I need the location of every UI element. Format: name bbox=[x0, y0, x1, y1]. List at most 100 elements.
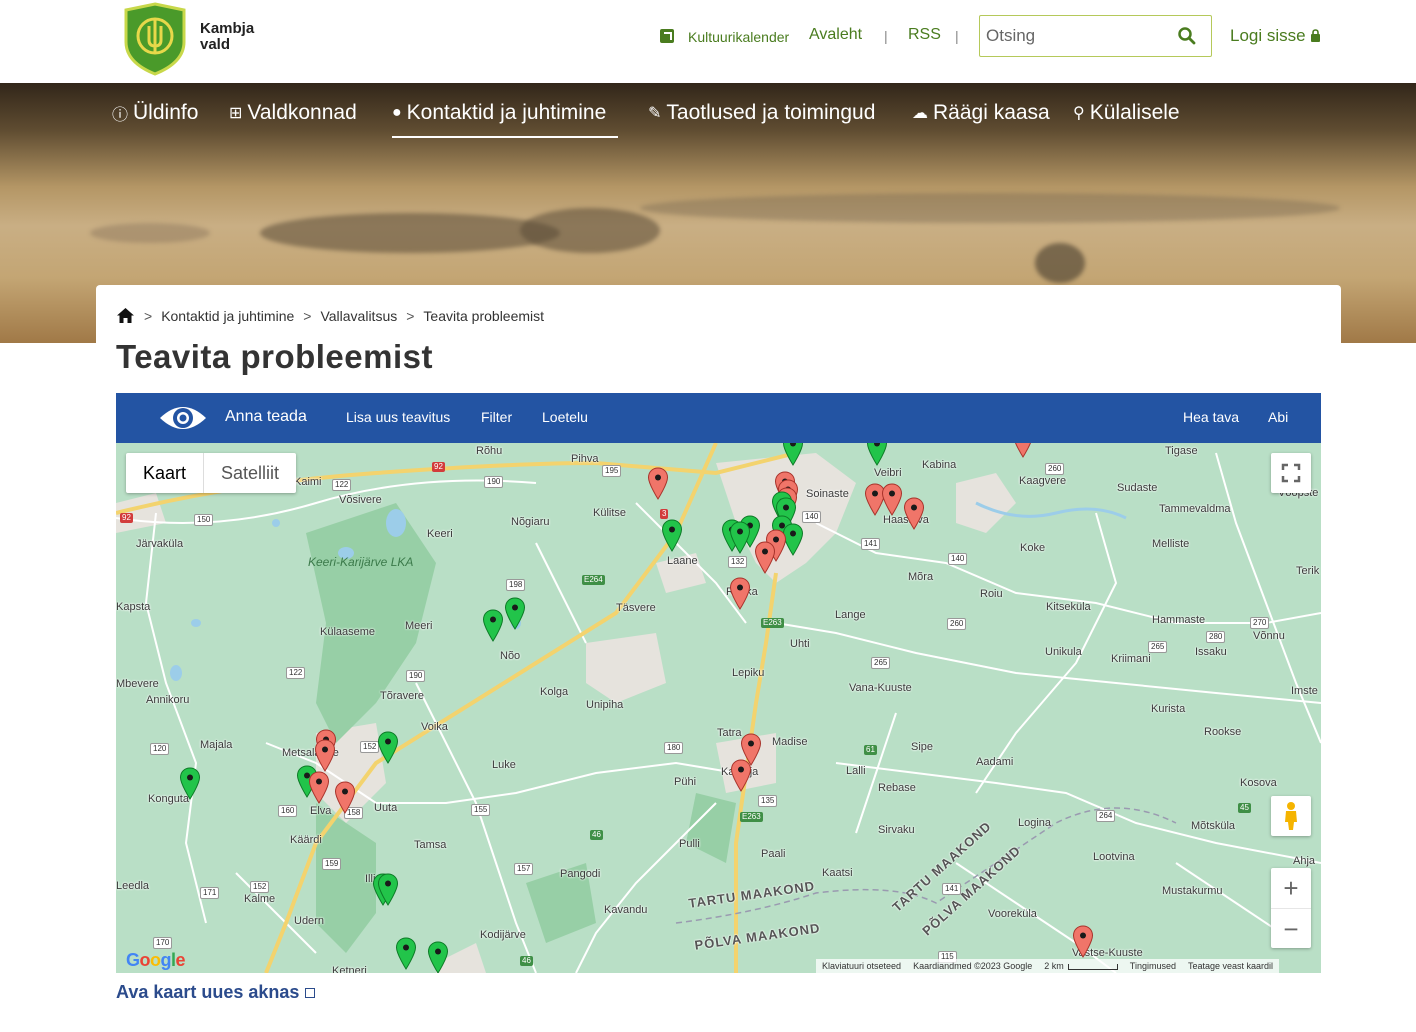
open-report-pin-icon[interactable] bbox=[1072, 925, 1094, 959]
info-icon: ⓘ bbox=[112, 107, 129, 124]
search-icon[interactable] bbox=[1177, 26, 1197, 46]
road-number: 92 bbox=[432, 462, 445, 472]
resolved-report-pin-icon[interactable] bbox=[427, 941, 449, 973]
map-place-label: Pangodi bbox=[560, 868, 601, 880]
keyboard-shortcuts-link[interactable]: Klaviatuuri otseteed bbox=[822, 959, 901, 973]
home-link[interactable]: Avaleht bbox=[809, 26, 862, 44]
zoom-out-button[interactable]: − bbox=[1271, 908, 1311, 948]
map-place-label: Sipe bbox=[911, 741, 934, 753]
nav-item-kontaktid[interactable]: ● Kontaktid ja juhtimine bbox=[392, 101, 606, 125]
map-place-label: Luke bbox=[492, 759, 516, 771]
road-number: 180 bbox=[664, 742, 684, 754]
resolved-report-pin-icon[interactable] bbox=[482, 609, 504, 643]
map-place-label: Nõgiaru bbox=[511, 516, 550, 528]
nav-item-valdkonnad[interactable]: ⊞ Valdkonnad bbox=[229, 101, 357, 125]
open-report-pin-icon[interactable] bbox=[903, 497, 925, 531]
resolved-report-pin-icon[interactable] bbox=[377, 731, 399, 765]
nav-label: Valdkonnad bbox=[247, 101, 357, 124]
map-scale[interactable]: 2 km bbox=[1044, 959, 1118, 973]
fullscreen-button[interactable] bbox=[1271, 453, 1311, 493]
map-type-satellite-button[interactable]: Satelliit bbox=[204, 453, 296, 493]
help-link[interactable]: Abi bbox=[1268, 409, 1288, 425]
resolved-report-pin-icon[interactable] bbox=[866, 443, 888, 467]
road-number: 265 bbox=[1148, 641, 1168, 653]
map-place-label: Keeri bbox=[427, 528, 453, 540]
kambja-coat-of-arms-logo[interactable] bbox=[122, 2, 188, 76]
map-marker-icon: ⚲ bbox=[1073, 105, 1085, 122]
good-practice-link[interactable]: Hea tava bbox=[1183, 409, 1239, 425]
map-place-label: Kapsta bbox=[116, 601, 151, 613]
eye-icon[interactable] bbox=[158, 400, 208, 436]
site-header: Kambja vald Kultuurikalender Avaleht | R… bbox=[0, 0, 1416, 83]
zoom-control: + − bbox=[1271, 868, 1311, 948]
map-place-label: Imste bbox=[1291, 685, 1318, 697]
filter-link[interactable]: Filter bbox=[481, 409, 512, 425]
nav-label: Räägi kaasa bbox=[933, 101, 1050, 124]
google-logo[interactable]: Google bbox=[126, 950, 186, 971]
breadcrumb-separator: > bbox=[406, 307, 415, 324]
open-report-pin-icon[interactable] bbox=[308, 771, 330, 805]
map-place-label: Terik bbox=[1296, 565, 1320, 577]
culture-calendar-link[interactable]: Kultuurikalender bbox=[688, 29, 789, 45]
home-icon[interactable] bbox=[116, 307, 135, 324]
map-attribution: Klaviatuuri otseteed Kaardiandmed ©2023 … bbox=[816, 959, 1280, 973]
map-place-label: Nõo bbox=[500, 650, 521, 662]
map-place-label: Tõravere bbox=[380, 690, 425, 702]
road-number: 265 bbox=[871, 657, 891, 669]
map-place-label: Vana-Kuuste bbox=[849, 682, 912, 694]
map-place-label: Lootvina bbox=[1093, 851, 1135, 863]
map-place-label: Rookse bbox=[1204, 726, 1242, 738]
map-type-map-button[interactable]: Kaart bbox=[126, 453, 205, 493]
resolved-report-pin-icon[interactable] bbox=[729, 521, 751, 555]
map-place-label: Kodijärve bbox=[480, 929, 526, 941]
breadcrumb-separator: > bbox=[303, 307, 312, 324]
nav-label: Üldinfo bbox=[133, 101, 199, 124]
nav-item-uldinfo[interactable]: ⓘ Üldinfo bbox=[112, 101, 198, 125]
road-number: 170 bbox=[153, 937, 173, 949]
map-place-label: Majala bbox=[200, 739, 233, 751]
open-report-pin-icon[interactable] bbox=[1012, 443, 1034, 459]
street-view-button[interactable] bbox=[1271, 796, 1311, 836]
nav-item-kulalisele[interactable]: ⚲ Külalisele bbox=[1073, 101, 1180, 125]
open-report-pin-icon[interactable] bbox=[729, 577, 751, 611]
rss-link[interactable]: RSS bbox=[908, 26, 941, 44]
map-place-label: Käärdi bbox=[290, 834, 322, 846]
map-place-label: Kriimani bbox=[1111, 653, 1151, 665]
nav-item-raagi-kaasa[interactable]: ☁ Räägi kaasa bbox=[912, 101, 1050, 125]
road-number: E263 bbox=[761, 618, 784, 628]
resolved-report-pin-icon[interactable] bbox=[782, 443, 804, 467]
road-number: 152 bbox=[250, 881, 270, 893]
map-place-label: Koke bbox=[1020, 542, 1046, 554]
search-input[interactable] bbox=[980, 16, 1160, 56]
comments-icon: ☁ bbox=[912, 105, 928, 122]
logo-text[interactable]: Kambja vald bbox=[200, 21, 254, 53]
login-link[interactable]: Logi sisse bbox=[1230, 26, 1321, 46]
zoom-in-button[interactable]: + bbox=[1271, 868, 1311, 908]
open-report-pin-icon[interactable] bbox=[647, 467, 669, 501]
terms-link[interactable]: Tingimused bbox=[1130, 959, 1176, 973]
resolved-report-pin-icon[interactable] bbox=[661, 519, 683, 553]
map-canvas[interactable]: Rõhu Pihva Veibri Kabina Tigase Soinaste… bbox=[116, 443, 1321, 973]
road-number: 140 bbox=[948, 553, 968, 565]
add-new-report-link[interactable]: Lisa uus teavitus bbox=[346, 409, 450, 425]
open-report-pin-icon[interactable] bbox=[881, 483, 903, 517]
open-report-pin-icon[interactable] bbox=[334, 781, 356, 815]
resolved-report-pin-icon[interactable] bbox=[395, 937, 417, 971]
open-report-pin-icon[interactable] bbox=[754, 541, 776, 575]
nav-label: Kontaktid ja juhtimine bbox=[406, 101, 607, 124]
nav-item-taotlused[interactable]: ✎ Taotlused ja toimingud bbox=[648, 101, 875, 125]
open-map-new-window-link[interactable]: Ava kaart uues aknas bbox=[116, 982, 316, 1003]
breadcrumb-item[interactable]: Vallavalitsus bbox=[320, 308, 397, 324]
map-place-label: Ketneri bbox=[332, 965, 367, 973]
breadcrumb-item[interactable]: Kontaktid ja juhtimine bbox=[161, 308, 294, 324]
resolved-report-pin-icon[interactable] bbox=[377, 873, 399, 907]
open-report-pin-icon[interactable] bbox=[730, 759, 752, 793]
report-map-error-link[interactable]: Teatage veast kaardil bbox=[1188, 959, 1273, 973]
brand-link[interactable]: Anna teada bbox=[225, 408, 307, 426]
separator: | bbox=[955, 28, 959, 44]
list-link[interactable]: Loetelu bbox=[542, 409, 588, 425]
resolved-report-pin-icon[interactable] bbox=[504, 597, 526, 631]
road-number: 141 bbox=[861, 538, 881, 550]
map-place-label: Külitse bbox=[593, 507, 627, 519]
resolved-report-pin-icon[interactable] bbox=[179, 767, 201, 801]
